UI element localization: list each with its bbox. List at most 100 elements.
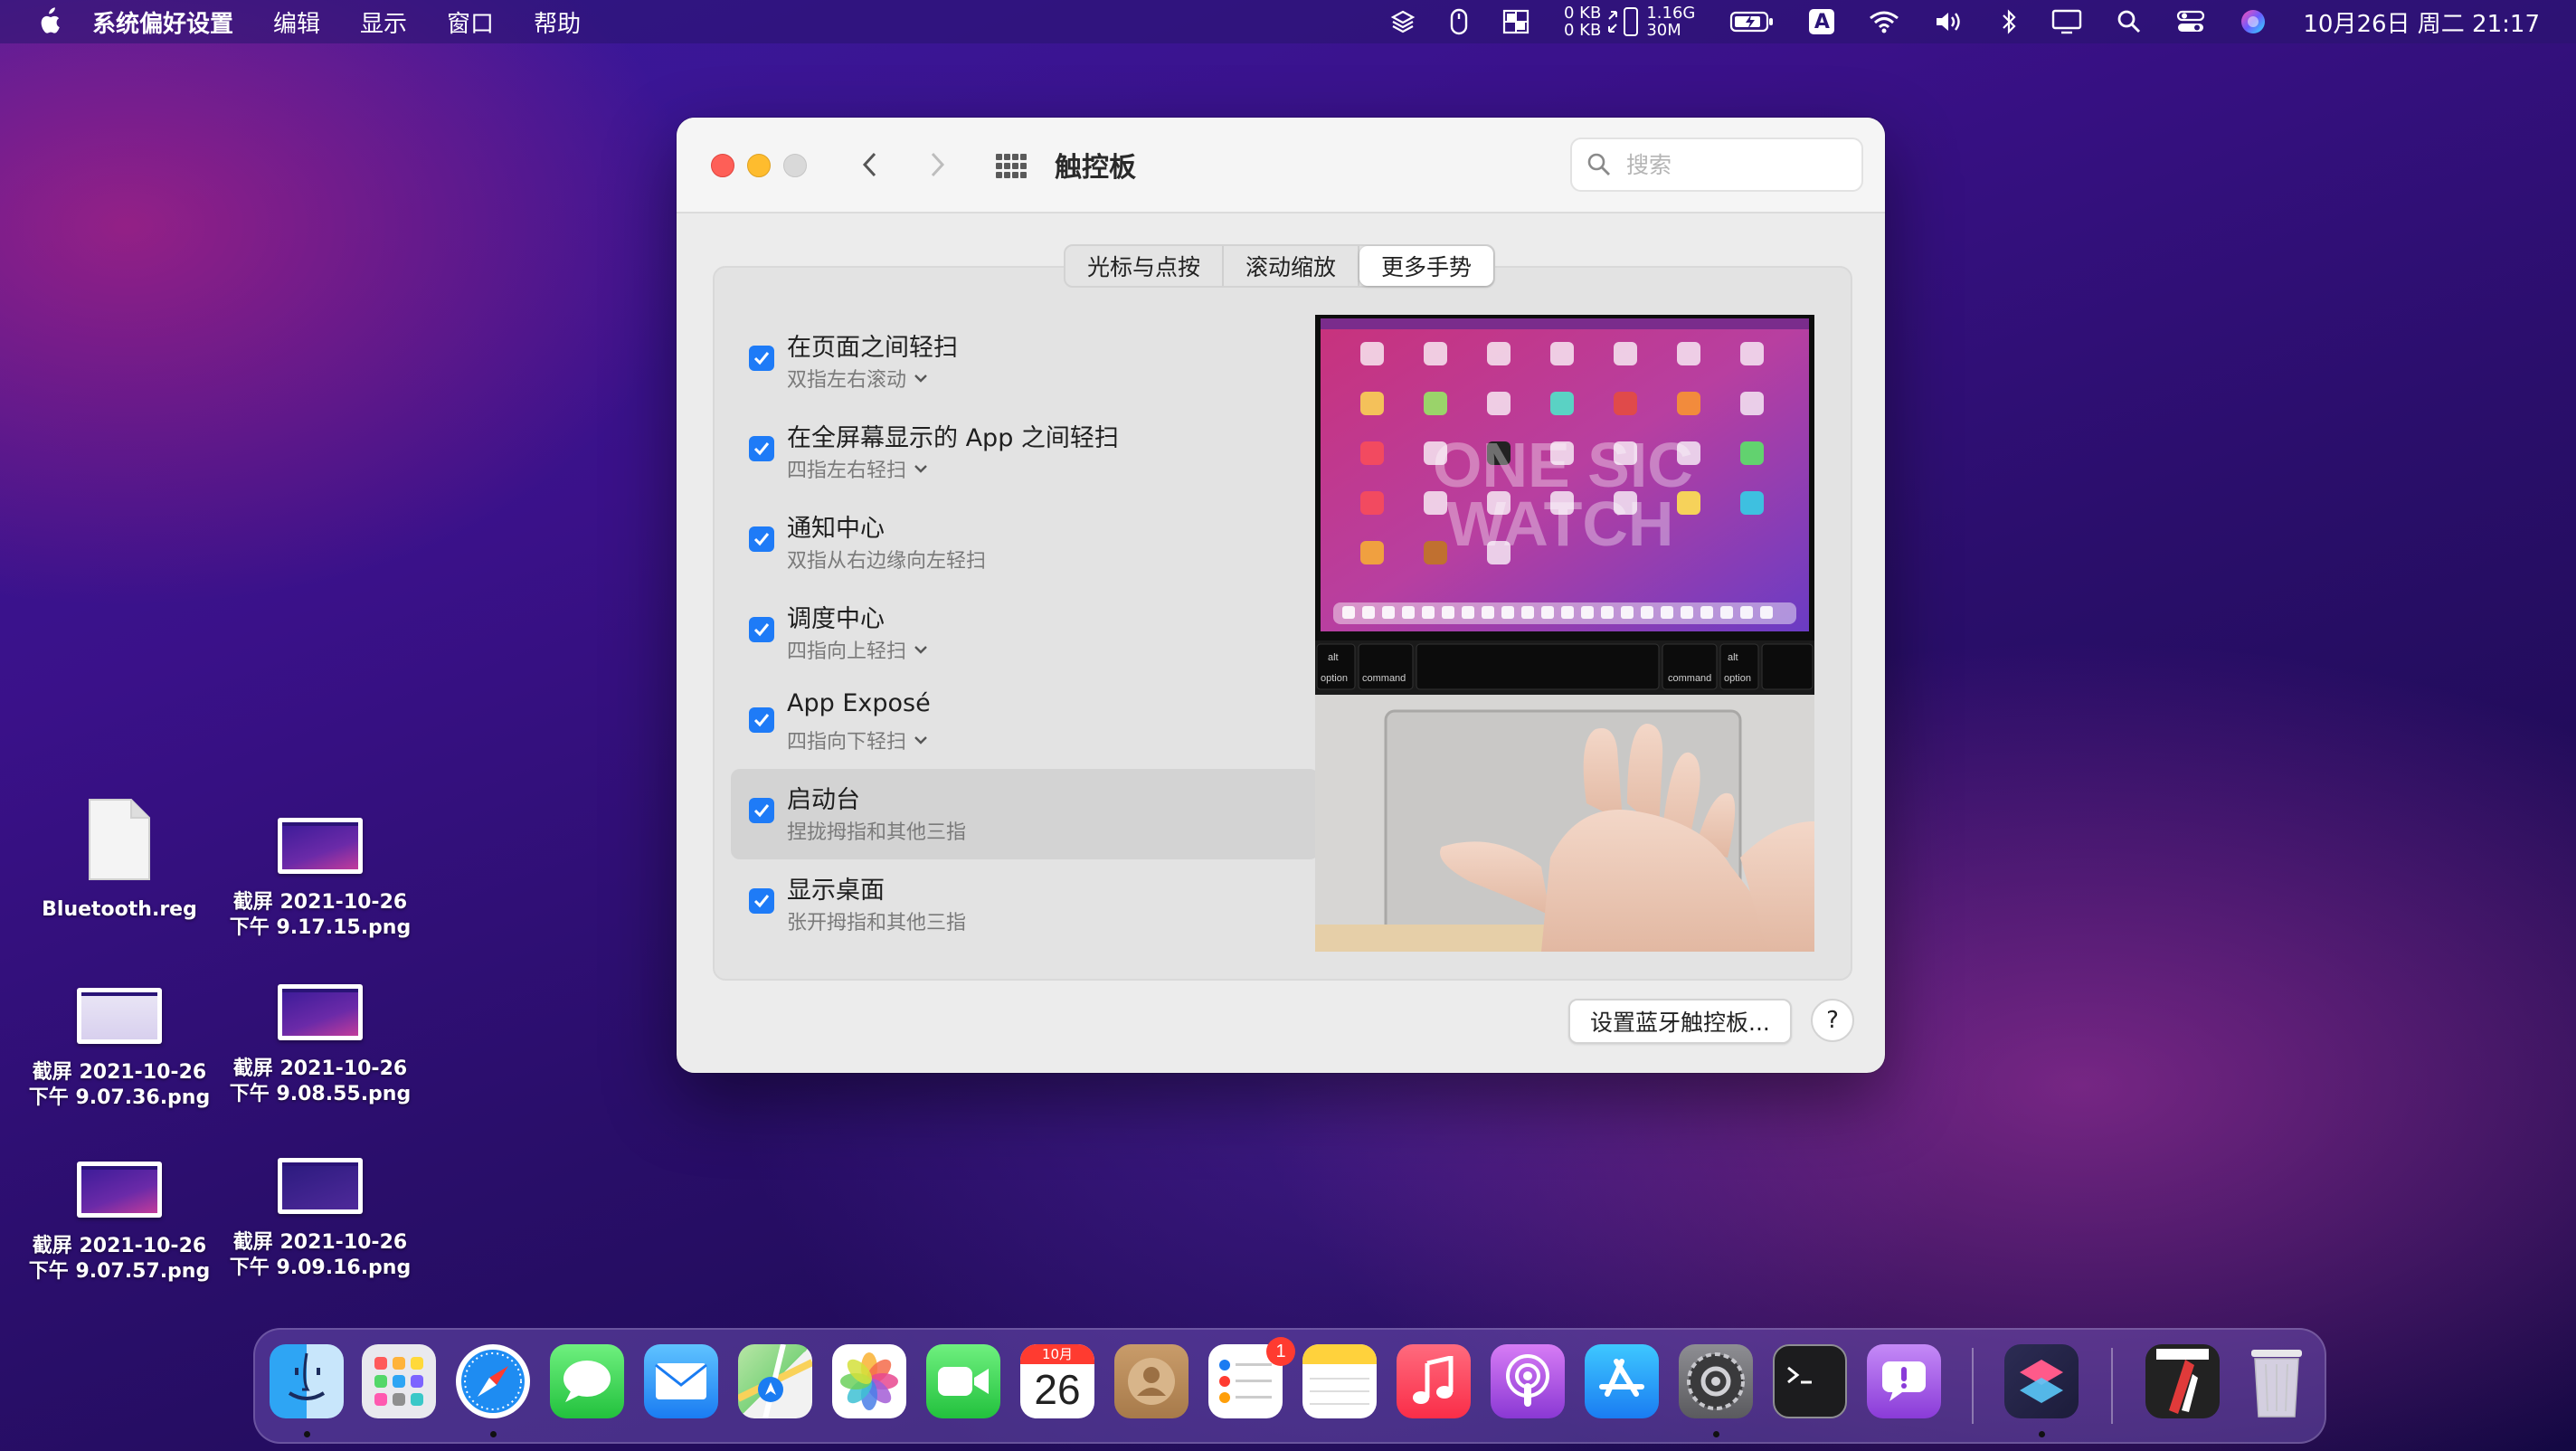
- gesture-checkbox[interactable]: [749, 346, 774, 371]
- siri-icon[interactable]: [2240, 8, 2267, 35]
- desktop-screenshot-item[interactable]: 截屏 2021-10-26 下午 9.08.55.png: [221, 984, 420, 1107]
- desktop-file-name-line1: 截屏 2021-10-26: [32, 1061, 207, 1084]
- tab-bar: 光标与点按 滚动缩放 更多手势: [1064, 244, 1496, 288]
- gesture-notification-center[interactable]: 通知中心 双指从右边缘向左轻扫: [731, 498, 1319, 588]
- checkmark-icon: [753, 895, 770, 908]
- feedback-assistant-icon[interactable]: [1867, 1344, 1941, 1418]
- notes-icon[interactable]: [1302, 1344, 1377, 1418]
- menu-view[interactable]: 显示: [360, 5, 407, 39]
- gesture-launchpad[interactable]: 启动台 捏拢拇指和其他三指: [731, 769, 1319, 859]
- gesture-title: 在全屏幕显示的 App 之间轻扫: [787, 424, 1119, 452]
- tab-scroll-and-zoom[interactable]: 滚动缩放: [1224, 246, 1360, 286]
- mouse-icon[interactable]: [1450, 8, 1468, 35]
- network-speed[interactable]: 0 KB 0 KB: [1564, 5, 1601, 39]
- pdf-app-icon[interactable]: [2145, 1344, 2220, 1418]
- gesture-subtitle: 四指向下轻扫: [787, 731, 907, 754]
- checkmark-icon: [753, 442, 770, 456]
- launchpad-icon[interactable]: [362, 1344, 436, 1418]
- desktop-file-name-line2: 下午 9.08.55.png: [229, 1083, 412, 1105]
- net-down-speed: 0 KB: [1564, 21, 1602, 40]
- gesture-option-popup[interactable]: 四指向上轻扫: [787, 635, 928, 664]
- apple-menu-icon[interactable]: [31, 0, 67, 43]
- trash-icon[interactable]: [2240, 1344, 2314, 1418]
- gesture-app-expose[interactable]: App Exposé 四指向下轻扫: [731, 678, 1319, 769]
- search-input[interactable]: [1624, 148, 1845, 181]
- gesture-subtitle: 捏拢拇指和其他三指: [787, 821, 967, 844]
- app-store-icon[interactable]: [1585, 1344, 1659, 1418]
- menu-app-name[interactable]: 系统偏好设置: [92, 5, 233, 39]
- window-tiles-icon[interactable]: [1502, 9, 1530, 34]
- dock-separator: [1972, 1348, 1974, 1424]
- menu-help[interactable]: 帮助: [534, 5, 581, 39]
- bluetooth-icon[interactable]: [2001, 8, 2017, 35]
- gesture-checkbox[interactable]: [749, 798, 774, 823]
- messages-icon[interactable]: [550, 1344, 624, 1418]
- desktop-screenshot-item[interactable]: 截屏 2021-10-26 下午 9.07.57.png: [20, 1162, 219, 1285]
- menu-window[interactable]: 窗口: [447, 5, 494, 39]
- music-icon[interactable]: [1397, 1344, 1471, 1418]
- wifi-icon[interactable]: [1869, 10, 1899, 33]
- back-chevron-icon[interactable]: [852, 147, 888, 183]
- menu-edit[interactable]: 编辑: [273, 5, 320, 39]
- memory-icon: [1623, 6, 1639, 37]
- control-center-icon[interactable]: [2176, 9, 2205, 34]
- gesture-checkbox[interactable]: [749, 707, 774, 733]
- desktop-file-name-line1: 截屏 2021-10-26: [232, 891, 408, 914]
- gesture-title: 启动台: [787, 786, 860, 814]
- chevron-down-icon: [914, 465, 927, 473]
- desktop-screenshot-item[interactable]: 截屏 2021-10-26 下午 9.07.36.png: [20, 988, 219, 1111]
- gesture-option-popup[interactable]: 双指左右滚动: [787, 364, 928, 393]
- gesture-checkbox[interactable]: [749, 617, 774, 642]
- calendar-month: 10月: [1020, 1344, 1094, 1364]
- podcasts-icon[interactable]: [1491, 1344, 1565, 1418]
- gesture-mission-control[interactable]: 调度中心 四指向上轻扫: [731, 588, 1319, 678]
- safari-icon[interactable]: [456, 1344, 530, 1418]
- gesture-swipe-between-fullscreen-apps[interactable]: 在全屏幕显示的 App 之间轻扫 四指左右轻扫: [731, 407, 1319, 498]
- screenshot-thumbnail: [278, 1158, 363, 1214]
- show-all-grid-icon[interactable]: [995, 150, 1028, 183]
- calendar-icon[interactable]: 10月 26: [1020, 1344, 1094, 1418]
- desktop-file-name-line2: 下午 9.07.36.png: [28, 1086, 211, 1109]
- airplay-display-icon[interactable]: [2051, 9, 2082, 34]
- layers-icon[interactable]: [1390, 9, 1416, 34]
- maps-icon[interactable]: [738, 1344, 812, 1418]
- gesture-checkbox[interactable]: [749, 526, 774, 552]
- desktop-screenshot-item[interactable]: 截屏 2021-10-26 下午 9.09.16.png: [221, 1158, 420, 1281]
- spotlight-search-icon[interactable]: [2117, 9, 2142, 34]
- system-preferences-icon[interactable]: [1679, 1344, 1753, 1418]
- key-label-command-left: command: [1362, 673, 1406, 684]
- gesture-checkbox[interactable]: [749, 888, 774, 914]
- tab-point-and-click[interactable]: 光标与点按: [1065, 246, 1225, 286]
- gesture-option-popup[interactable]: 四指向下轻扫: [787, 726, 928, 754]
- minimize-button[interactable]: [747, 154, 771, 177]
- tab-more-gestures[interactable]: 更多手势: [1359, 246, 1494, 286]
- photos-icon[interactable]: [832, 1344, 906, 1418]
- input-method-icon[interactable]: A: [1809, 9, 1835, 34]
- help-button[interactable]: ?: [1811, 999, 1854, 1042]
- terminal-icon[interactable]: [1773, 1344, 1847, 1418]
- gesture-swipe-between-pages[interactable]: 在页面之间轻扫 双指左右滚动: [731, 317, 1319, 407]
- menu-clock[interactable]: 10月26日 周二 21:17: [2303, 5, 2540, 39]
- volume-icon[interactable]: [1934, 9, 1966, 34]
- document-icon: [86, 796, 153, 883]
- close-button[interactable]: [711, 154, 734, 177]
- gesture-checkbox[interactable]: [749, 436, 774, 461]
- window-title: 触控板: [1055, 152, 1136, 184]
- battery-icon[interactable]: [1729, 10, 1775, 33]
- desktop-screenshot-item[interactable]: 截屏 2021-10-26 下午 9.17.15.png: [221, 818, 420, 941]
- setup-bluetooth-trackpad-button[interactable]: 设置蓝牙触控板...: [1568, 999, 1792, 1044]
- gesture-option-popup[interactable]: 四指左右轻扫: [787, 454, 928, 483]
- gesture-subtitle: 四指向上轻扫: [787, 640, 907, 663]
- gesture-list: 在页面之间轻扫 双指左右滚动 在全屏幕显示的 App 之间轻扫 四指左右轻扫 通…: [731, 317, 1319, 950]
- shortcuts-icon[interactable]: [2004, 1344, 2079, 1418]
- forward-chevron-icon[interactable]: [919, 147, 955, 183]
- search-field[interactable]: [1570, 138, 1863, 192]
- memory-usage[interactable]: 1.16G 30M: [1646, 5, 1695, 39]
- desktop-file-bluetooth-reg[interactable]: Bluetooth.reg: [20, 796, 219, 923]
- contacts-icon[interactable]: [1114, 1344, 1189, 1418]
- finder-icon[interactable]: [270, 1344, 344, 1418]
- desktop-file-name-line2: 下午 9.17.15.png: [229, 916, 412, 939]
- facetime-icon[interactable]: [926, 1344, 1000, 1418]
- mail-icon[interactable]: [644, 1344, 718, 1418]
- gesture-show-desktop[interactable]: 显示桌面 张开拇指和其他三指: [731, 859, 1319, 950]
